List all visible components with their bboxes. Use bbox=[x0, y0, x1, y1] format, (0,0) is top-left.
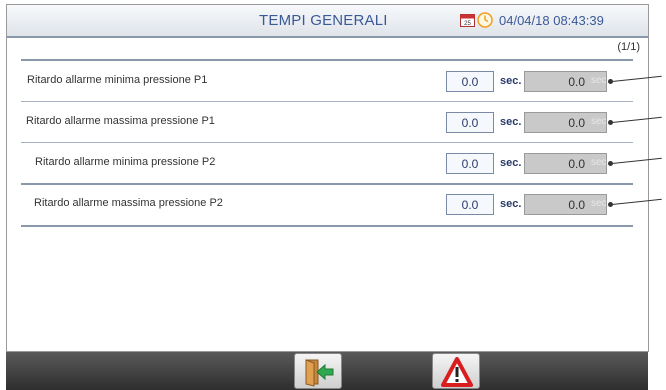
delay-input[interactable]: 0.0 bbox=[446, 153, 494, 174]
row-divider bbox=[21, 225, 633, 227]
unit-label: sec. bbox=[500, 116, 522, 128]
exit-button[interactable] bbox=[294, 353, 342, 389]
page-title: TEMPI GENERALI bbox=[259, 12, 388, 29]
setting-row-min-pressure-p2: Ritardo allarme minima pressione P2 0.0 … bbox=[21, 146, 633, 182]
clock-icon bbox=[477, 12, 493, 28]
unit-label: sec. bbox=[500, 75, 522, 87]
alarm-button[interactable] bbox=[432, 353, 480, 389]
setting-row-min-pressure-p1: Ritardo allarme minima pressione P1 0.0 … bbox=[21, 64, 633, 100]
readback-field: 0.0 sec. bbox=[524, 194, 610, 215]
readback-field: 0.0 sec. bbox=[524, 71, 610, 92]
readback-value: 0.0 bbox=[568, 198, 585, 212]
list-top-divider bbox=[21, 59, 633, 61]
readback-unit: sec. bbox=[591, 75, 610, 86]
setting-label: Ritardo allarme massima pressione P2 bbox=[34, 197, 223, 209]
readback-value: 0.0 bbox=[568, 116, 585, 130]
readback-field: 0.0 sec. bbox=[524, 153, 610, 174]
readback-value: 0.0 bbox=[568, 75, 585, 89]
unit-label: sec. bbox=[500, 157, 522, 169]
page-indicator: (1/1) bbox=[617, 41, 640, 53]
setting-row-max-pressure-p1: Ritardo allarme massima pressione P1 0.0… bbox=[21, 105, 633, 141]
row-divider bbox=[21, 142, 633, 143]
main-panel: TEMPI GENERALI 25 04/04/18 08:43:39 (1/1… bbox=[6, 4, 649, 352]
setting-row-max-pressure-p2: Ritardo allarme massima pressione P2 0.0… bbox=[21, 187, 633, 223]
calendar-icon: 25 bbox=[460, 14, 475, 27]
delay-input[interactable]: 0.0 bbox=[446, 194, 494, 215]
readback-field: 0.0 sec. bbox=[524, 112, 610, 133]
setting-label: Ritardo allarme minima pressione P2 bbox=[35, 156, 216, 168]
readback-value: 0.0 bbox=[568, 157, 585, 171]
delay-input[interactable]: 0.0 bbox=[446, 112, 494, 133]
unit-label: sec. bbox=[500, 198, 522, 210]
setting-label: Ritardo allarme minima pressione P1 bbox=[27, 74, 208, 86]
date-time-display: 04/04/18 08:43:39 bbox=[499, 13, 604, 28]
readback-unit: sec. bbox=[591, 157, 610, 168]
readback-unit: sec. bbox=[591, 198, 610, 209]
row-divider bbox=[21, 183, 633, 185]
readback-unit: sec. bbox=[591, 116, 610, 127]
header-bar: TEMPI GENERALI 25 04/04/18 08:43:39 bbox=[7, 5, 648, 38]
row-divider bbox=[21, 101, 633, 102]
delay-input[interactable]: 0.0 bbox=[446, 71, 494, 92]
alarm-warning-icon bbox=[441, 357, 473, 387]
exit-door-icon bbox=[305, 359, 334, 387]
footer-toolbar bbox=[6, 352, 648, 390]
setting-label: Ritardo allarme massima pressione P1 bbox=[26, 115, 215, 127]
calendar-day: 25 bbox=[464, 21, 471, 27]
